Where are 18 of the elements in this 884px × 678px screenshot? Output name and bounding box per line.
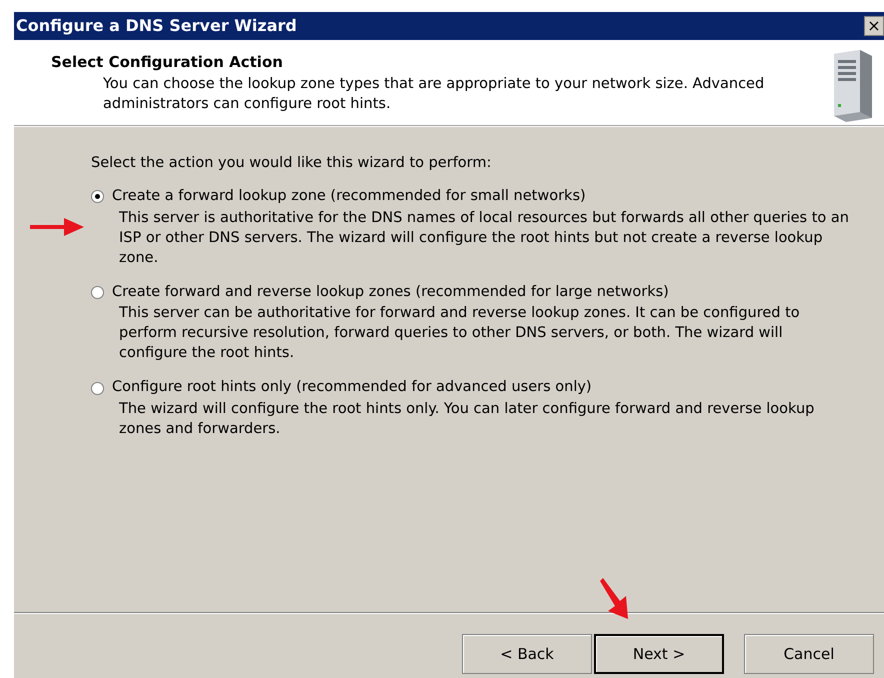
pointer-arrow-icon	[28, 215, 86, 239]
radio-button[interactable]	[91, 382, 104, 395]
wizard-button[interactable]: Cancel	[744, 634, 874, 674]
wizard-button[interactable]: < Back	[462, 634, 592, 674]
option-label[interactable]: Create forward and reverse lookup zones (recommended for large networks)	[112, 282, 669, 304]
page-title: Select Configuration Action	[51, 52, 284, 73]
wizard-button[interactable]: Next >	[594, 634, 724, 674]
option-label[interactable]: Configure root hints only (recommended for advanced users only)	[112, 377, 592, 399]
close-button[interactable]: ×	[864, 16, 884, 36]
option-label[interactable]: Create a forward lookup zone (recommended for small networks)	[112, 186, 586, 208]
option-description: This server can be authoritative for forward and reverse lookup zones. It can be configured to perform recursive resolution, forward queries to other DNS servers, or both. The wizard will configure the root hints.	[118, 304, 801, 364]
page-description: You can choose the lookup zone types that are appropriate to your network size. Advanced administrators can configure root hints.	[102, 74, 766, 114]
window-title: Configure a DNS Server Wizard	[16, 15, 297, 37]
radio-button[interactable]	[91, 190, 104, 204]
option-description: The wizard will configure the root hints only. You can later configure forward and reverse lookup zones and forwarders.	[118, 400, 816, 439]
instruction-text: Select the action you would like this wizard to perform:	[91, 154, 492, 173]
option-description: This server is authoritative for the DNS names of local resources but forwards all other queries to an ISP or other DNS servers. The wizard will configure the root hints but not create a reverse lookup zone.	[118, 208, 850, 268]
radio-button[interactable]	[91, 286, 104, 299]
